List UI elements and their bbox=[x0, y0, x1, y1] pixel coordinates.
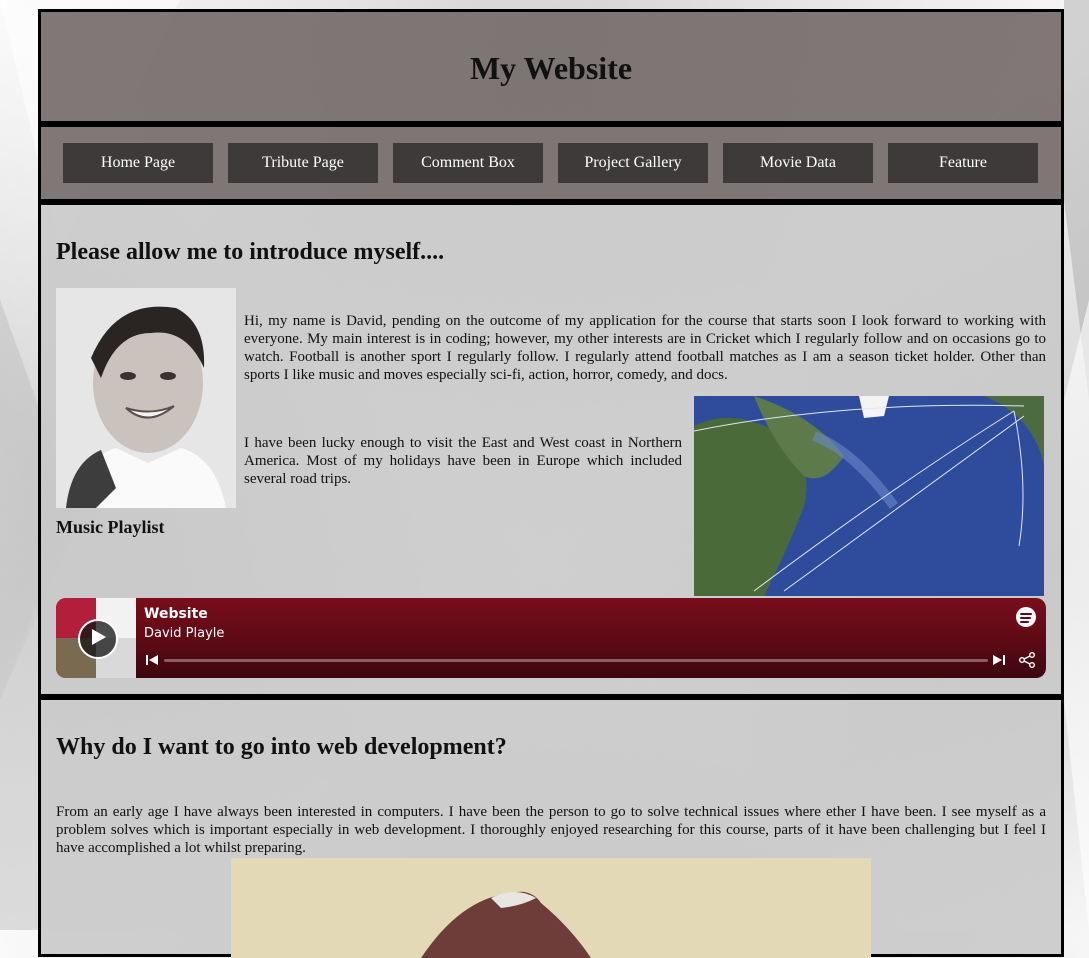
why-paragraph: From an early age I have always been int… bbox=[56, 804, 1046, 856]
why-section: Why do I want to go into web development… bbox=[38, 697, 1064, 958]
globe-map-image bbox=[694, 396, 1044, 596]
travel-paragraph: I have been lucky enough to visit the Ea… bbox=[244, 435, 682, 487]
site-header: My Website bbox=[38, 9, 1064, 124]
player-artist: David Playle bbox=[144, 626, 225, 641]
why-heading: Why do I want to go into web development… bbox=[56, 734, 507, 760]
playlist-heading: Music Playlist bbox=[56, 517, 165, 537]
about-heading: Please allow me to introduce myself.... bbox=[56, 239, 445, 265]
progress-bar[interactable] bbox=[164, 659, 988, 662]
site-title: My Website bbox=[469, 50, 633, 86]
web-dev-image bbox=[231, 858, 871, 958]
spotify-wave bbox=[1020, 613, 1032, 615]
spotify-wave bbox=[1020, 617, 1031, 619]
globe-map-art bbox=[694, 396, 1044, 596]
about-section: Please allow me to introduce myself.... … bbox=[38, 202, 1064, 697]
nav-project-gallery[interactable]: Project Gallery bbox=[558, 143, 708, 183]
intro-paragraph: Hi, my name is David, pending on the out… bbox=[244, 313, 1046, 383]
nav-home-page[interactable]: Home Page bbox=[63, 143, 213, 183]
spotify-wave bbox=[1020, 621, 1029, 623]
nav-feature[interactable]: Feature bbox=[888, 143, 1038, 183]
spotify-icon[interactable] bbox=[1016, 607, 1036, 627]
nav-bar: Home Page Tribute Page Comment Box Proje… bbox=[38, 124, 1064, 202]
play-button[interactable] bbox=[78, 619, 118, 659]
profile-photo bbox=[56, 288, 236, 508]
web-dev-image-art bbox=[231, 858, 871, 958]
player-title: Website bbox=[144, 606, 208, 622]
share-icon[interactable] bbox=[1018, 651, 1036, 669]
page-container: My Website Home Page Tribute Page Commen… bbox=[38, 9, 1064, 958]
nav-comment-box[interactable]: Comment Box bbox=[393, 143, 543, 183]
nav-movie-data[interactable]: Movie Data bbox=[723, 143, 873, 183]
next-track-icon[interactable] bbox=[993, 654, 1005, 666]
nav-tribute-page[interactable]: Tribute Page bbox=[228, 143, 378, 183]
playlist-cover bbox=[56, 598, 136, 678]
previous-track-icon[interactable] bbox=[146, 654, 158, 666]
profile-photo-art bbox=[56, 288, 236, 508]
spotify-player: Website David Playle bbox=[56, 598, 1046, 678]
